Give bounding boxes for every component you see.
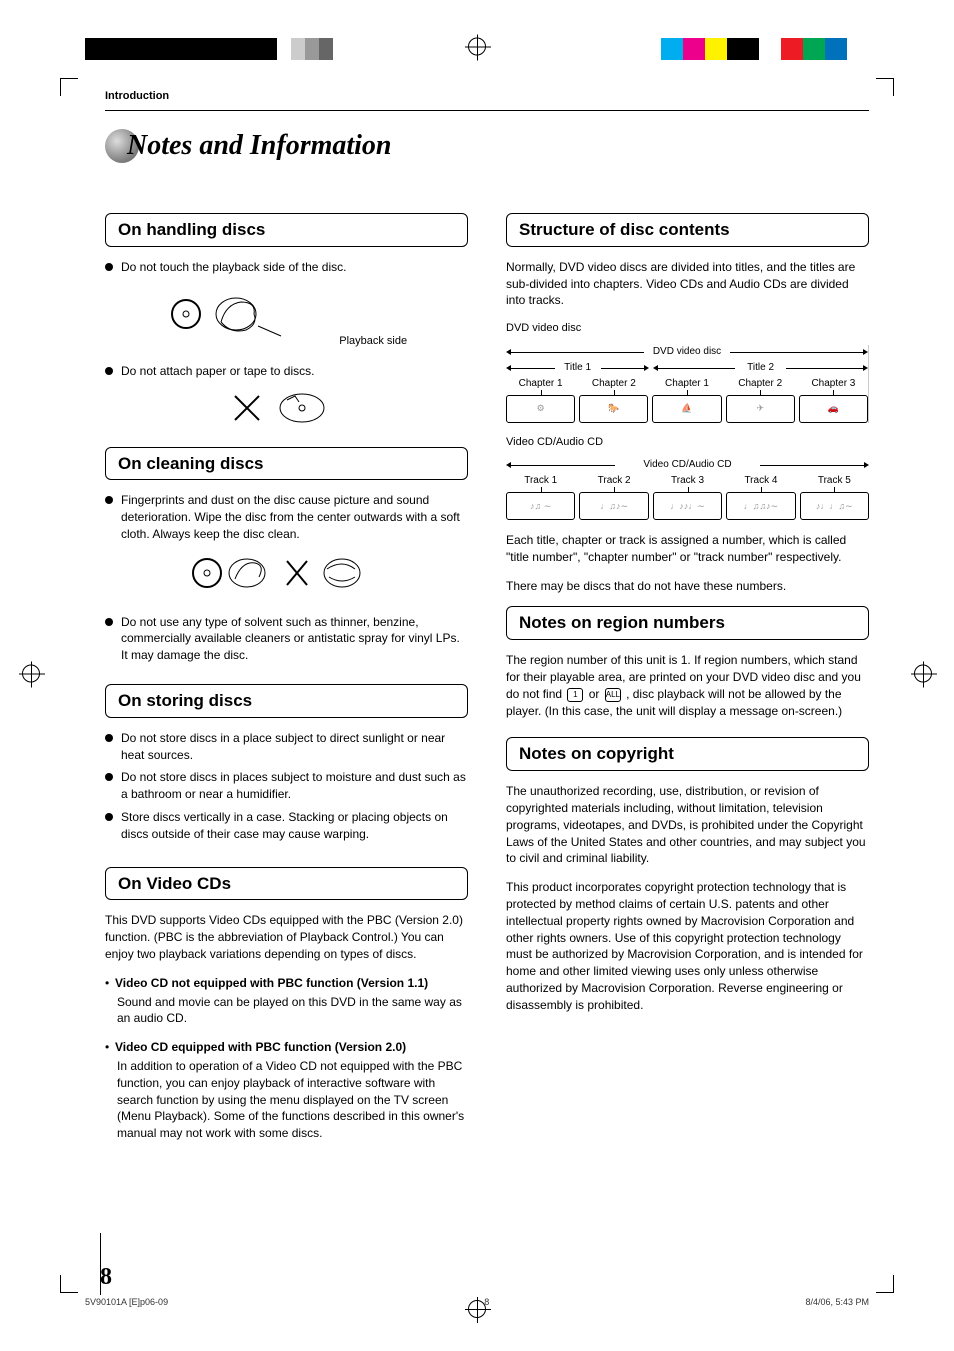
body-text: This product incorporates copyright prot…	[506, 879, 869, 1013]
reg-swatch	[149, 38, 181, 60]
body-text: Do not store discs in places subject to …	[121, 769, 468, 803]
body-text: Each title, chapter or track is assigned…	[506, 532, 869, 566]
body-text: This DVD supports Video CDs equipped wit…	[105, 912, 468, 962]
illustration-no-tape	[105, 388, 468, 433]
body-text: Do not use any type of solvent such as t…	[121, 614, 468, 664]
reg-swatch	[847, 38, 869, 60]
diagram-caption: Video CD/Audio CD	[643, 459, 731, 470]
left-column: On handling discs Do not touch the playb…	[105, 213, 468, 1142]
heading-structure: Structure of disc contents	[506, 213, 869, 247]
heading-handling: On handling discs	[105, 213, 468, 247]
region-all-icon: ALL	[605, 688, 621, 702]
reg-swatch	[305, 38, 319, 60]
body-text: Store discs vertically in a case. Stacki…	[121, 809, 468, 843]
body-text: The unauthorized recording, use, distrib…	[506, 783, 869, 867]
body-text: Fingerprints and dust on the disc cause …	[121, 492, 468, 542]
crop-mark	[876, 78, 894, 96]
reg-swatch	[277, 38, 291, 60]
illustration-label: Playback side	[339, 335, 407, 347]
crosshair-icon	[468, 38, 486, 56]
crop-mark	[60, 1275, 78, 1293]
diagram-chapter: Chapter 2	[592, 378, 636, 389]
reg-swatch	[213, 38, 245, 60]
registration-marks	[0, 38, 954, 62]
diagram-title: Title 1	[564, 362, 591, 373]
body-text: Do not attach paper or tape to discs.	[121, 363, 314, 380]
diagram-track: Track 3	[671, 475, 704, 486]
footer-date: 8/4/06, 5:43 PM	[805, 1297, 869, 1307]
list-item-body: Sound and movie can be played on this DV…	[117, 994, 468, 1028]
diagram-track: Track 1	[524, 475, 557, 486]
reg-swatch	[639, 38, 661, 60]
diagram-track: Track 4	[744, 475, 777, 486]
diagram-track: Track 2	[598, 475, 631, 486]
page-title: Notes and Information	[127, 130, 392, 162]
diagram-chapter: Chapter 2	[738, 378, 782, 389]
crosshair-icon	[22, 664, 40, 687]
crop-mark	[876, 1275, 894, 1293]
illustration-wipe	[105, 551, 468, 600]
body-text: Do not touch the playback side of the di…	[121, 259, 346, 276]
diagram-chapter: Chapter 1	[519, 378, 563, 389]
body-text: Normally, DVD video discs are divided in…	[506, 259, 869, 309]
reg-swatch	[683, 38, 705, 60]
list-item-title: Video CD equipped with PBC function (Ver…	[115, 1039, 406, 1056]
reg-swatch	[705, 38, 727, 60]
illustration-disc-hand: Playback side	[105, 284, 468, 349]
page-title-row: Notes and Information	[105, 129, 869, 163]
heading-storing: On storing discs	[105, 684, 468, 718]
heading-copyright: Notes on copyright	[506, 737, 869, 771]
diagram-chapter: Chapter 3	[811, 378, 855, 389]
reg-swatch	[85, 38, 117, 60]
section-label: Introduction	[105, 90, 869, 102]
body-text: The region number of this unit is 1. If …	[506, 652, 869, 719]
diagram-chapter: Chapter 1	[665, 378, 709, 389]
reg-swatch	[333, 38, 347, 60]
diagram-dvd-label: DVD video disc	[506, 321, 869, 336]
diagram-cd: Video CD/Audio CD Track 1♪♫ ∼ Track 2♩♫♪…	[506, 458, 869, 520]
reg-swatch	[803, 38, 825, 60]
crop-mark	[60, 78, 78, 96]
reg-swatch	[781, 38, 803, 60]
page-number: 8	[100, 1264, 112, 1291]
crosshair-icon	[468, 1300, 486, 1323]
diagram-caption: DVD video disc	[653, 346, 721, 357]
reg-swatch	[661, 38, 683, 60]
diagram-title: Title 2	[747, 362, 774, 373]
list-item-title: Video CD not equipped with PBC function …	[115, 975, 428, 992]
reg-swatch	[291, 38, 305, 60]
heading-videocds: On Video CDs	[105, 867, 468, 901]
reg-swatch	[759, 38, 781, 60]
list-item-body: In addition to operation of a Video CD n…	[117, 1058, 468, 1142]
reg-swatch	[319, 38, 333, 60]
reg-swatch	[825, 38, 847, 60]
diagram-track: Track 5	[818, 475, 851, 486]
heading-region: Notes on region numbers	[506, 606, 869, 640]
crosshair-icon	[914, 664, 932, 687]
reg-swatch	[117, 38, 149, 60]
divider	[105, 110, 869, 111]
diagram-cd-label: Video CD/Audio CD	[506, 435, 869, 450]
body-text: There may be discs that do not have thes…	[506, 578, 869, 595]
footer-file: 5V90101A [E]p06-09	[85, 1297, 168, 1307]
region-1-icon: 1	[567, 688, 583, 702]
reg-swatch	[245, 38, 277, 60]
heading-cleaning: On cleaning discs	[105, 447, 468, 481]
body-text: Do not store discs in a place subject to…	[121, 730, 468, 764]
right-column: Structure of disc contents Normally, DVD…	[506, 213, 869, 1142]
reg-swatch	[181, 38, 213, 60]
diagram-dvd: DVD video disc Title 1 Title 2 Chapter 1…	[506, 345, 869, 423]
reg-swatch	[727, 38, 759, 60]
